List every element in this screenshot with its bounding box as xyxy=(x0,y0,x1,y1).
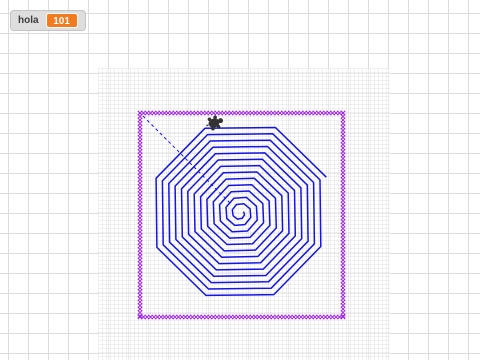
variable-monitor[interactable]: hola 101 xyxy=(10,10,86,31)
octagon-spiral xyxy=(155,126,327,297)
turtle-sprite-icon[interactable] xyxy=(204,113,225,132)
monitor-label: hola xyxy=(18,15,39,26)
monitor-value: 101 xyxy=(45,13,78,28)
pen-drawing xyxy=(137,110,346,320)
